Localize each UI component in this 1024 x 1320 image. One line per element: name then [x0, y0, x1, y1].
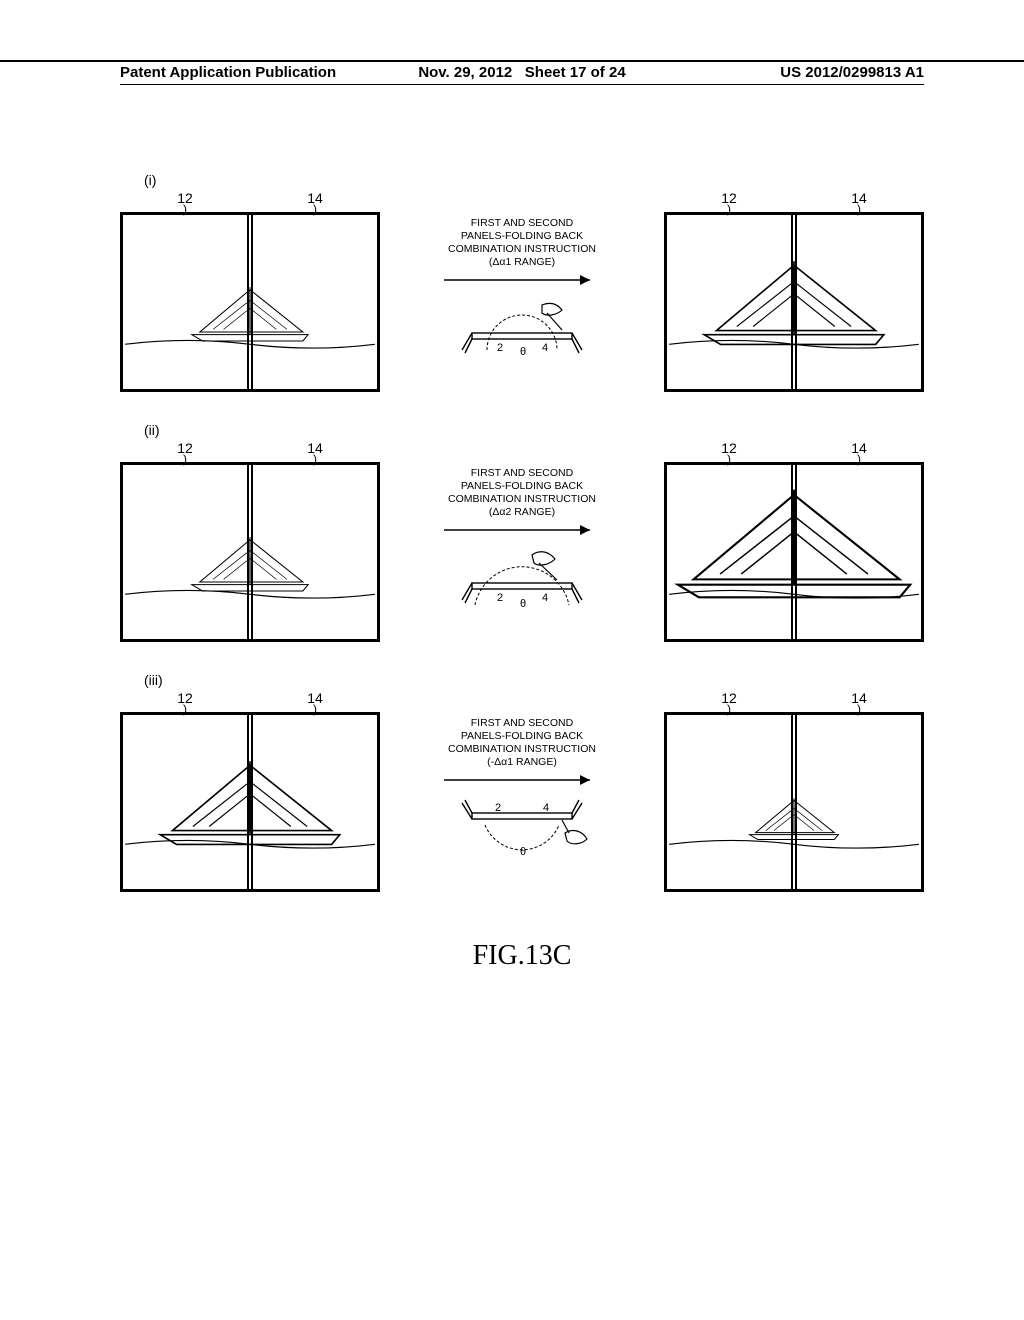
- header-rule: [120, 84, 924, 85]
- figure-13c: (i) 12 14 )): [120, 190, 924, 972]
- sailboat-graphic-med: [667, 229, 921, 375]
- dual-panel-display: [664, 462, 924, 642]
- figure-row-iii: (iii) 12 14 )): [120, 690, 924, 892]
- header-date: Nov. 29, 2012: [418, 64, 512, 81]
- hinge-angle-diagram-i: 2 4 θ: [447, 295, 597, 365]
- sailboat-graphic-tiny: [667, 729, 921, 875]
- roman-iii: (iii): [144, 672, 163, 688]
- arrow-right-icon: [442, 271, 602, 289]
- hinge-no-2: 2: [495, 802, 501, 814]
- theta-label: θ: [520, 346, 526, 358]
- sailboat-graphic-small: [123, 479, 377, 625]
- instr-line3: COMBINATION INSTRUCTION: [448, 743, 596, 756]
- figure-row-ii: (ii) 12 14 )): [120, 440, 924, 642]
- dual-panel-display: [120, 212, 380, 392]
- panel-after-i: 12 14 )): [664, 190, 924, 392]
- header-pubno: US 2012/0299813 A1: [656, 64, 924, 81]
- dual-panel-display: [120, 712, 380, 892]
- instruction-block-ii: FIRST AND SECOND PANELS-FOLDING BACK COM…: [380, 467, 664, 616]
- instr-range: (Δα2 RANGE): [448, 506, 596, 519]
- hinge-no-4: 4: [542, 592, 548, 604]
- instruction-block-i: FIRST AND SECOND PANELS-FOLDING BACK COM…: [380, 217, 664, 366]
- sailboat-graphic-med: [123, 729, 377, 875]
- instr-line3: COMBINATION INSTRUCTION: [448, 243, 596, 256]
- instr-line2: PANELS-FOLDING BACK: [448, 730, 596, 743]
- header-sheet: Sheet 17 of 24: [525, 64, 626, 81]
- instr-range: (-Δα1 RANGE): [448, 756, 596, 769]
- dual-panel-display: [120, 462, 380, 642]
- instr-range: (Δα1 RANGE): [448, 256, 596, 269]
- page-header: Patent Application Publication Nov. 29, …: [0, 60, 1024, 81]
- panel-before-iii: 12 14 )): [120, 690, 380, 892]
- instr-line1: FIRST AND SECOND: [448, 467, 596, 480]
- hinge-no-2: 2: [497, 342, 503, 354]
- theta-label: θ: [520, 846, 526, 858]
- theta-label: θ: [520, 598, 526, 610]
- dual-panel-display: [664, 712, 924, 892]
- panel-before-ii: 12 14 )): [120, 440, 380, 642]
- roman-ii: (ii): [144, 422, 160, 438]
- figure-caption: FIG.13C: [120, 940, 924, 972]
- header-publication: Patent Application Publication: [120, 64, 388, 81]
- hinge-angle-diagram-iii: 2 4 θ: [447, 795, 597, 865]
- roman-i: (i): [144, 172, 156, 188]
- hinge-no-2: 2: [497, 592, 503, 604]
- figure-row-i: (i) 12 14 )): [120, 190, 924, 392]
- sailboat-graphic-large: [667, 479, 921, 625]
- panel-after-ii: 12 14 )): [664, 440, 924, 642]
- hinge-no-4: 4: [542, 342, 548, 354]
- arrow-right-icon: [442, 771, 602, 789]
- header-date-sheet: Nov. 29, 2012 Sheet 17 of 24: [388, 64, 656, 81]
- dual-panel-display: [664, 212, 924, 392]
- instr-line2: PANELS-FOLDING BACK: [448, 480, 596, 493]
- hinge-angle-diagram-ii: 2 4 θ: [447, 545, 597, 615]
- instr-line1: FIRST AND SECOND: [448, 217, 596, 230]
- panel-before-i: 12 14 )): [120, 190, 380, 392]
- instr-line2: PANELS-FOLDING BACK: [448, 230, 596, 243]
- instr-line1: FIRST AND SECOND: [448, 717, 596, 730]
- instr-line3: COMBINATION INSTRUCTION: [448, 493, 596, 506]
- sailboat-graphic-small: [123, 229, 377, 375]
- panel-after-iii: 12 14 )): [664, 690, 924, 892]
- arrow-right-icon: [442, 521, 602, 539]
- hinge-no-4: 4: [543, 802, 549, 814]
- instruction-block-iii: FIRST AND SECOND PANELS-FOLDING BACK COM…: [380, 717, 664, 866]
